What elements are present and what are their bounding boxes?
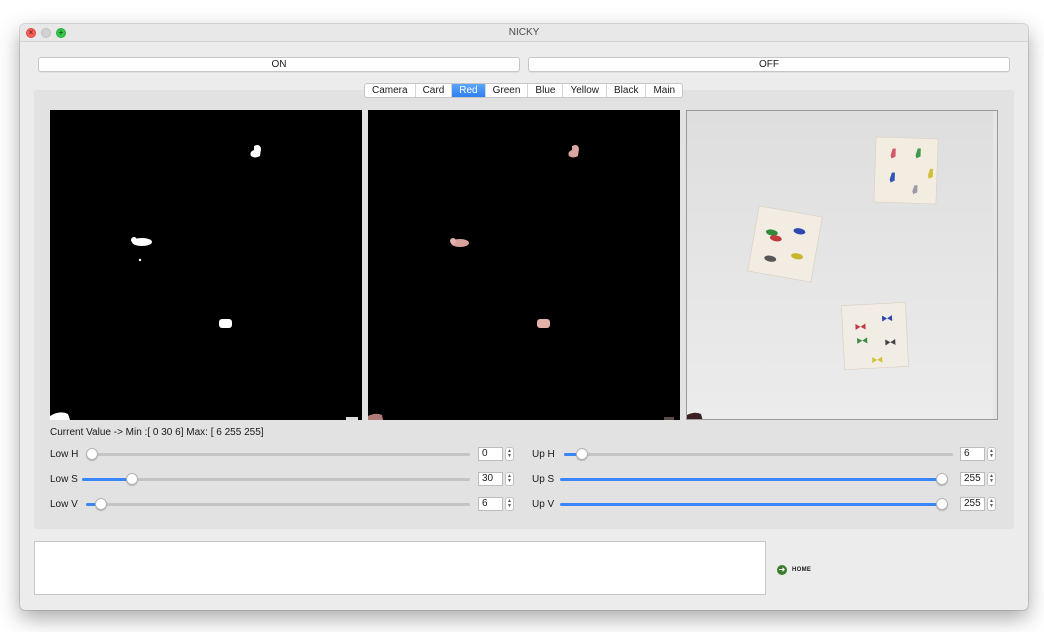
tab-black[interactable]: Black bbox=[607, 84, 647, 97]
up-h-slider[interactable] bbox=[564, 448, 953, 460]
stepper-arrows-icon[interactable]: ▲ ▼ bbox=[505, 472, 514, 486]
home-button[interactable]: ➜ HOME bbox=[777, 564, 811, 576]
slider-track bbox=[86, 503, 470, 506]
off-button[interactable]: OFF bbox=[528, 57, 1010, 72]
low-s-slider[interactable] bbox=[82, 473, 470, 485]
current-value-text: Current Value -> Min :[ 0 30 6] Max: [ 6… bbox=[50, 427, 264, 438]
tab-yellow[interactable]: Yellow bbox=[563, 84, 607, 97]
stepper-arrows-icon[interactable]: ▲ ▼ bbox=[505, 497, 514, 511]
tab-camera[interactable]: Camera bbox=[365, 84, 416, 97]
low-s-value[interactable]: 30 bbox=[478, 472, 503, 486]
up-h-spinbox[interactable]: 6 ▲ ▼ bbox=[960, 447, 996, 461]
color-tab-bar: Camera Card Red Green Blue Yellow Black … bbox=[364, 83, 684, 98]
stepper-arrows-icon[interactable]: ▲ ▼ bbox=[987, 497, 996, 511]
log-output-area[interactable] bbox=[34, 541, 766, 595]
low-h-spinbox[interactable]: 0 ▲ ▼ bbox=[478, 447, 514, 461]
tab-red[interactable]: Red bbox=[452, 84, 486, 97]
tab-blue[interactable]: Blue bbox=[528, 84, 564, 97]
slider-knob[interactable] bbox=[936, 498, 948, 510]
home-label: HOME bbox=[792, 567, 812, 573]
stepper-arrows-icon[interactable]: ▲ ▼ bbox=[987, 447, 996, 461]
low-h-label: Low H bbox=[50, 449, 79, 460]
minimize-window-button[interactable] bbox=[41, 28, 51, 38]
slider-fill bbox=[82, 478, 133, 481]
title-bar: × + NICKY bbox=[20, 24, 1028, 42]
up-s-value[interactable]: 255 bbox=[960, 472, 985, 486]
camera-view bbox=[686, 110, 998, 420]
window-title: NICKY bbox=[508, 27, 540, 38]
up-h-value[interactable]: 6 bbox=[960, 447, 985, 461]
slider-knob[interactable] bbox=[126, 473, 139, 485]
up-h-label: Up H bbox=[532, 449, 555, 460]
up-v-spinbox[interactable]: 255 ▲ ▼ bbox=[960, 497, 996, 511]
tab-green[interactable]: Green bbox=[486, 84, 529, 97]
filtered-view bbox=[368, 110, 680, 420]
low-v-spinbox[interactable]: 6 ▲ ▼ bbox=[478, 497, 514, 511]
slider-track bbox=[86, 453, 470, 456]
low-v-label: Low V bbox=[50, 499, 78, 510]
slider-fill bbox=[560, 503, 942, 506]
low-s-spinbox[interactable]: 30 ▲ ▼ bbox=[478, 472, 514, 486]
tab-main[interactable]: Main bbox=[646, 84, 682, 97]
up-s-label: Up S bbox=[532, 474, 555, 485]
up-v-value[interactable]: 255 bbox=[960, 497, 985, 511]
slider-knob[interactable] bbox=[86, 448, 98, 460]
low-h-slider[interactable] bbox=[86, 448, 470, 460]
on-button[interactable]: ON bbox=[38, 57, 520, 72]
up-v-label: Up V bbox=[532, 499, 555, 510]
up-s-spinbox[interactable]: 255 ▲ ▼ bbox=[960, 472, 996, 486]
arrow-right-circle-icon: ➜ bbox=[777, 565, 787, 575]
maximize-window-button[interactable]: + bbox=[56, 28, 66, 38]
tab-card[interactable]: Card bbox=[416, 84, 453, 97]
mask-view bbox=[50, 110, 362, 420]
up-s-slider[interactable] bbox=[560, 473, 948, 485]
low-h-value[interactable]: 0 bbox=[478, 447, 503, 461]
low-v-slider[interactable] bbox=[86, 498, 470, 510]
slider-knob[interactable] bbox=[94, 498, 107, 510]
slider-knob[interactable] bbox=[576, 448, 589, 460]
low-v-value[interactable]: 6 bbox=[478, 497, 503, 511]
slider-fill bbox=[560, 478, 942, 481]
slider-track bbox=[564, 453, 953, 456]
up-v-slider[interactable] bbox=[560, 498, 948, 510]
slider-knob[interactable] bbox=[936, 473, 948, 485]
slider-track bbox=[82, 478, 470, 481]
stepper-arrows-icon[interactable]: ▲ ▼ bbox=[505, 447, 514, 461]
close-icon: × bbox=[28, 28, 34, 37]
low-s-label: Low S bbox=[50, 474, 78, 485]
close-window-button[interactable]: × bbox=[26, 28, 36, 38]
app-window: × + NICKY ON OFF Camera Card Red Green B… bbox=[20, 24, 1028, 610]
stepper-arrows-icon[interactable]: ▲ ▼ bbox=[987, 472, 996, 486]
plus-icon: + bbox=[58, 28, 64, 37]
